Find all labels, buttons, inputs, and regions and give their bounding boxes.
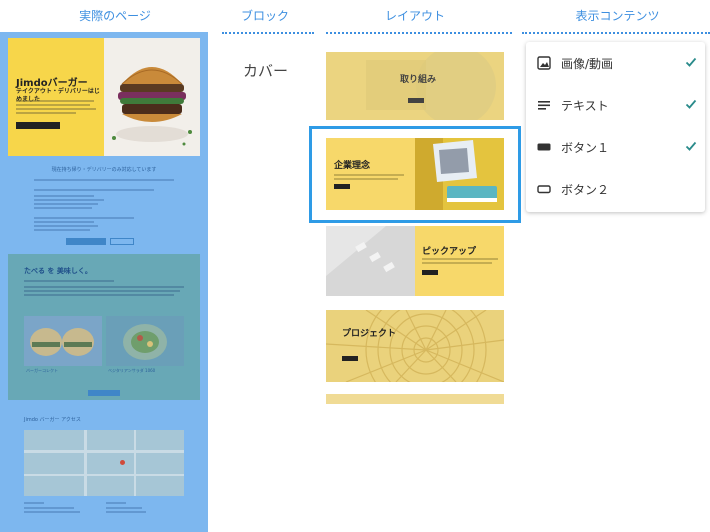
actual-page-preview: Jimdoバーガー テイクアウト・デリバリーはじめました (0, 32, 208, 532)
delivery-section-title: 現在持ち帰り・デリバリーのみ対応しています (51, 167, 157, 173)
layout-diagram: 実際のページ ブロック レイアウト 表示コンテンツ Jimdoバーガー テイクア… (0, 0, 710, 532)
layout-card-1-title: 取り組み (400, 75, 437, 85)
taste-section-button (88, 390, 120, 396)
block-name-cover: カバー (243, 62, 289, 80)
divider-block (222, 32, 314, 34)
access-map (24, 430, 184, 496)
divider-layout (326, 32, 512, 34)
outline-button-icon (537, 185, 551, 194)
layout-card-3-photo-icon (326, 226, 415, 296)
column-title-block: ブロック (240, 9, 289, 23)
layout-card-3-title: ピックアップ (422, 247, 477, 257)
layout-card-3-text (422, 258, 498, 266)
content-item-image-label: 画像/動画 (561, 57, 614, 71)
layout-card-1-button (408, 98, 424, 103)
layout-card-3-button (422, 270, 438, 275)
layout-card-3[interactable]: ピックアップ (326, 226, 504, 296)
check-icon (685, 141, 697, 151)
hero-text-panel: Jimdoバーガー テイクアウト・デリバリーはじめました (8, 38, 104, 156)
access-title: Jimdo バーガー アクセス (24, 417, 81, 423)
content-item-button-2-label: ボタン２ (561, 183, 610, 197)
selected-layout-highlight (309, 126, 521, 223)
access-info-left (24, 502, 84, 515)
layout-card-1[interactable]: 取り組み (326, 52, 504, 120)
hero-body-text (16, 100, 96, 116)
image-icon (537, 56, 551, 70)
delivery-button-secondary (110, 238, 134, 245)
content-item-button-1-label: ボタン１ (561, 141, 610, 155)
hero-button (16, 122, 60, 129)
check-icon (685, 57, 697, 67)
burger-image (104, 38, 200, 156)
column-title-layout: レイアウト (384, 9, 445, 23)
taste-section-text (24, 280, 184, 298)
layout-card-4-title: プロジェクト (342, 329, 397, 339)
content-item-button-1[interactable]: ボタン１ (526, 126, 705, 168)
burger-icon (104, 38, 200, 156)
delivery-section: 現在持ち帰り・デリバリーのみ対応しています (8, 166, 200, 233)
layout-card-4-button (342, 356, 358, 361)
column-title-actual-page: 実際のページ (79, 9, 151, 23)
burger-card-caption: バーガーコレクト (26, 368, 58, 373)
burger-photo-card (24, 316, 102, 366)
display-contents-panel: 画像/動画 テキスト ボタン１ ボタン２ (526, 42, 705, 212)
hero-title: Jimdoバーガー (16, 78, 88, 89)
layout-card-1-bg-icon (326, 52, 504, 120)
layout-card-4-bg-icon (326, 310, 504, 382)
taste-section: たべる を 美味しく。 バーガーコレクト ベジタリアンサラダ 1060 (8, 254, 200, 400)
access-info-right (106, 502, 166, 515)
text-lines-icon (538, 101, 550, 110)
salad-photo-icon (123, 324, 167, 360)
salad-photo-card (106, 316, 184, 366)
delivery-section-text (34, 179, 174, 231)
content-item-text[interactable]: テキスト (526, 84, 705, 126)
content-item-image[interactable]: 画像/動画 (526, 42, 705, 84)
map-pin-icon (120, 460, 125, 465)
column-title-contents: 表示コンテンツ (575, 9, 660, 23)
taste-section-title: たべる を 美味しく。 (24, 267, 92, 275)
divider-contents (522, 32, 710, 34)
delivery-button-primary (66, 238, 106, 245)
salad-card-caption: ベジタリアンサラダ 1060 (108, 368, 156, 373)
content-item-text-label: テキスト (561, 99, 609, 113)
layout-card-4[interactable]: プロジェクト (326, 310, 504, 382)
layout-card-5-partial[interactable] (326, 394, 504, 404)
content-item-button-2[interactable]: ボタン２ (526, 168, 705, 210)
burger-photo-icon (30, 328, 94, 356)
filled-button-icon (537, 143, 551, 151)
hero-section: Jimdoバーガー テイクアウト・デリバリーはじめました (8, 38, 200, 156)
check-icon (685, 99, 697, 109)
